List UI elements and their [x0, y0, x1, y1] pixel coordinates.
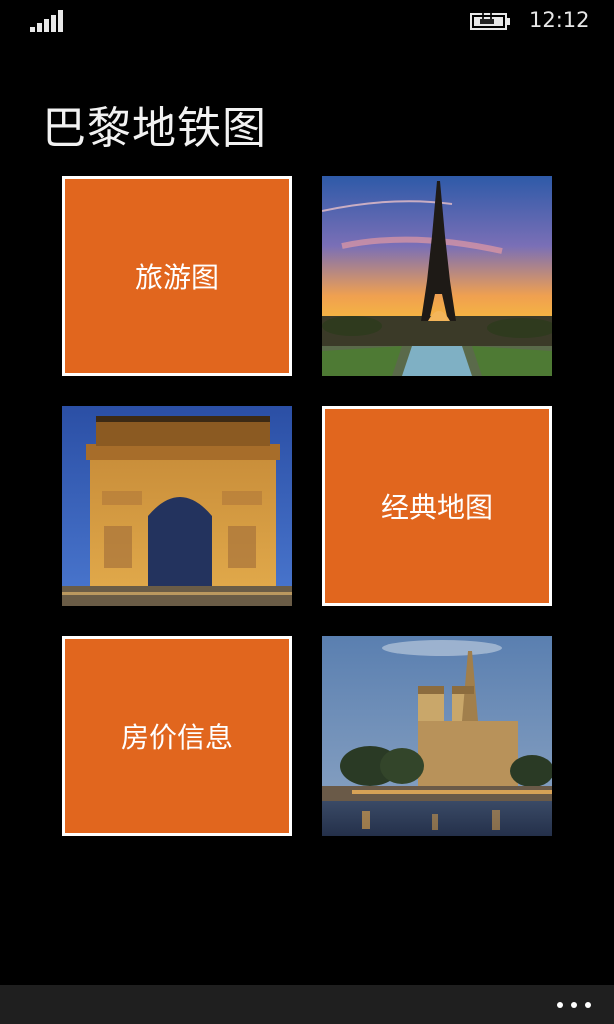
eiffel-tower-image: [322, 176, 552, 376]
tile-arc-photo[interactable]: [62, 406, 292, 606]
notre-dame-image: [322, 636, 552, 836]
page-title: 巴黎地铁图: [42, 103, 267, 154]
tile-label: 旅游图: [134, 261, 219, 294]
tile-housing-price[interactable]: 房价信息: [62, 636, 292, 836]
tile-eiffel-photo[interactable]: [322, 176, 552, 376]
tile-notre-dame-photo[interactable]: [322, 636, 552, 836]
app-bar: [0, 985, 614, 1024]
tile-classic-map[interactable]: 经典地图: [322, 406, 552, 606]
status-bar: 12:12: [0, 0, 614, 44]
status-time: 12:12: [529, 8, 590, 32]
battery-charging-icon: [470, 12, 510, 30]
signal-strength-icon: [30, 10, 63, 32]
tile-tourist-map[interactable]: 旅游图: [62, 176, 292, 376]
more-options-icon[interactable]: [554, 995, 594, 1015]
tile-label: 房价信息: [120, 721, 233, 754]
tile-label: 经典地图: [380, 491, 493, 524]
arc-de-triomphe-image: [62, 406, 292, 606]
